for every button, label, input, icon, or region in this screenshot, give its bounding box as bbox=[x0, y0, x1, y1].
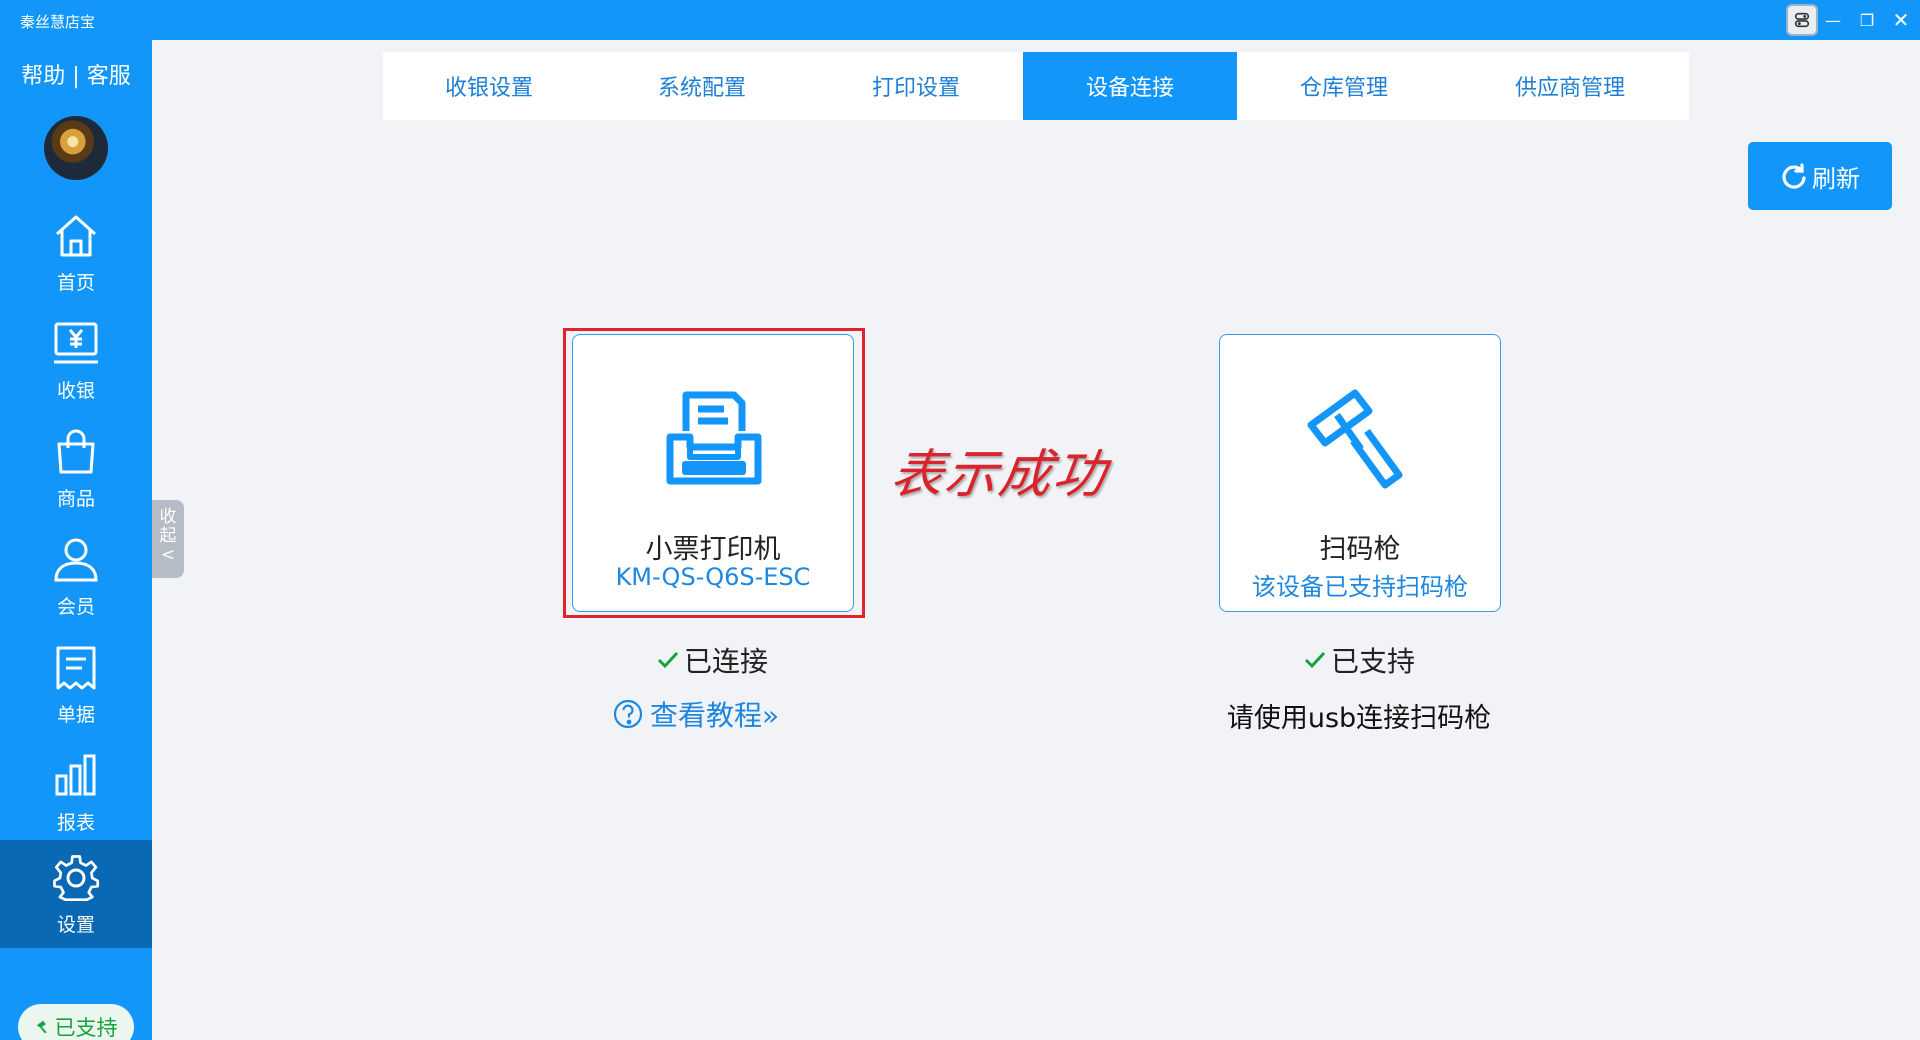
sidebar-item-home[interactable]: 首页 bbox=[0, 198, 152, 306]
check-icon bbox=[1304, 651, 1326, 669]
tab-print-settings[interactable]: 打印设置 bbox=[809, 52, 1023, 120]
avatar[interactable] bbox=[44, 116, 108, 180]
home-icon bbox=[55, 215, 97, 256]
app-title: 秦丝慧店宝 bbox=[20, 13, 96, 31]
bar-chart-icon bbox=[55, 754, 96, 795]
gear-icon bbox=[53, 854, 100, 901]
shopping-bag-icon bbox=[57, 429, 95, 473]
tab-supplier-management[interactable]: 供应商管理 bbox=[1451, 52, 1689, 120]
sidebar-item-products[interactable]: 商品 bbox=[0, 414, 152, 522]
minimize-button[interactable]: — bbox=[1820, 0, 1846, 40]
theme-toggle-button[interactable] bbox=[1786, 4, 1818, 36]
sidebar-item-label: 报表 bbox=[56, 811, 95, 834]
sidebar-item-label: 首页 bbox=[56, 271, 95, 294]
sidebar-item-label: 设置 bbox=[56, 913, 95, 936]
member-icon bbox=[54, 538, 98, 581]
sidebar-item-label: 会员 bbox=[56, 595, 95, 618]
toggle-icon bbox=[1794, 12, 1810, 28]
sidebar-collapse-toggle[interactable]: 收起 < bbox=[152, 500, 184, 578]
printer-status: 已连接 bbox=[656, 640, 768, 680]
sidebar-item-cashier[interactable]: 收银 bbox=[0, 306, 152, 414]
tab-device-connection[interactable]: 设备连接 bbox=[1023, 52, 1237, 120]
barcode-scanner-card[interactable]: 扫码枪 该设备已支持扫码枪 bbox=[1219, 334, 1501, 612]
sidebar: 帮助 | 客服 首页 收银 商品 会员 单据 报表 设置 已支持 bbox=[0, 40, 152, 1040]
refresh-label: 刷新 bbox=[1812, 164, 1860, 193]
sidebar-item-label: 商品 bbox=[56, 487, 95, 510]
usb-connection-hint: 请使用usb连接扫码枪 bbox=[1226, 703, 1492, 734]
sidebar-item-members[interactable]: 会员 bbox=[0, 522, 152, 630]
help-circle-icon bbox=[613, 699, 643, 729]
check-icon bbox=[657, 651, 679, 669]
receipt-printer-card[interactable]: 小票打印机 KM-QS-Q6S-ESC bbox=[572, 334, 854, 612]
support-status-label: 已支持 bbox=[54, 1016, 118, 1040]
tab-warehouse-management[interactable]: 仓库管理 bbox=[1237, 52, 1451, 120]
scanner-support-note: 该设备已支持扫码枪 bbox=[1252, 573, 1468, 601]
title-bar: 秦丝慧店宝 — ❐ ✕ bbox=[0, 0, 1920, 40]
printer-icon bbox=[666, 391, 762, 485]
view-tutorial-link[interactable]: 查看教程» bbox=[612, 694, 779, 734]
sidebar-item-orders[interactable]: 单据 bbox=[0, 630, 152, 738]
device-name: 扫码枪 bbox=[1319, 534, 1401, 565]
settings-tabs: 收银设置 系统配置 打印设置 设备连接 仓库管理 供应商管理 bbox=[383, 52, 1689, 120]
tab-cashier-settings[interactable]: 收银设置 bbox=[383, 52, 595, 120]
scanner-status: 已支持 bbox=[1303, 640, 1415, 680]
success-annotation: 表示成功 bbox=[887, 445, 1112, 505]
refresh-button[interactable]: 刷新 bbox=[1748, 142, 1892, 210]
device-name: 小票打印机 bbox=[645, 534, 781, 565]
scanner-gun-icon bbox=[1307, 389, 1403, 489]
close-button[interactable]: ✕ bbox=[1888, 0, 1914, 40]
printer-status-label: 已连接 bbox=[684, 645, 769, 678]
support-status-badge[interactable]: 已支持 bbox=[18, 1004, 134, 1040]
sidebar-item-settings[interactable]: 设置 bbox=[0, 840, 152, 948]
refresh-icon bbox=[1782, 163, 1806, 189]
help-service-link[interactable]: 帮助 | 客服 bbox=[0, 58, 152, 90]
maximize-button[interactable]: ❐ bbox=[1854, 0, 1880, 40]
scanner-status-label: 已支持 bbox=[1331, 645, 1416, 678]
tab-system-config[interactable]: 系统配置 bbox=[595, 52, 809, 120]
printer-model: KM-QS-Q6S-ESC bbox=[615, 563, 811, 591]
receipt-icon bbox=[56, 646, 96, 689]
tutorial-link-label: 查看教程» bbox=[650, 699, 780, 732]
cashier-icon bbox=[54, 322, 98, 363]
sidebar-item-reports[interactable]: 报表 bbox=[0, 738, 152, 846]
sidebar-item-label: 收银 bbox=[56, 379, 95, 402]
scanner-gun-icon bbox=[36, 1020, 47, 1034]
sidebar-item-label: 单据 bbox=[56, 703, 95, 726]
